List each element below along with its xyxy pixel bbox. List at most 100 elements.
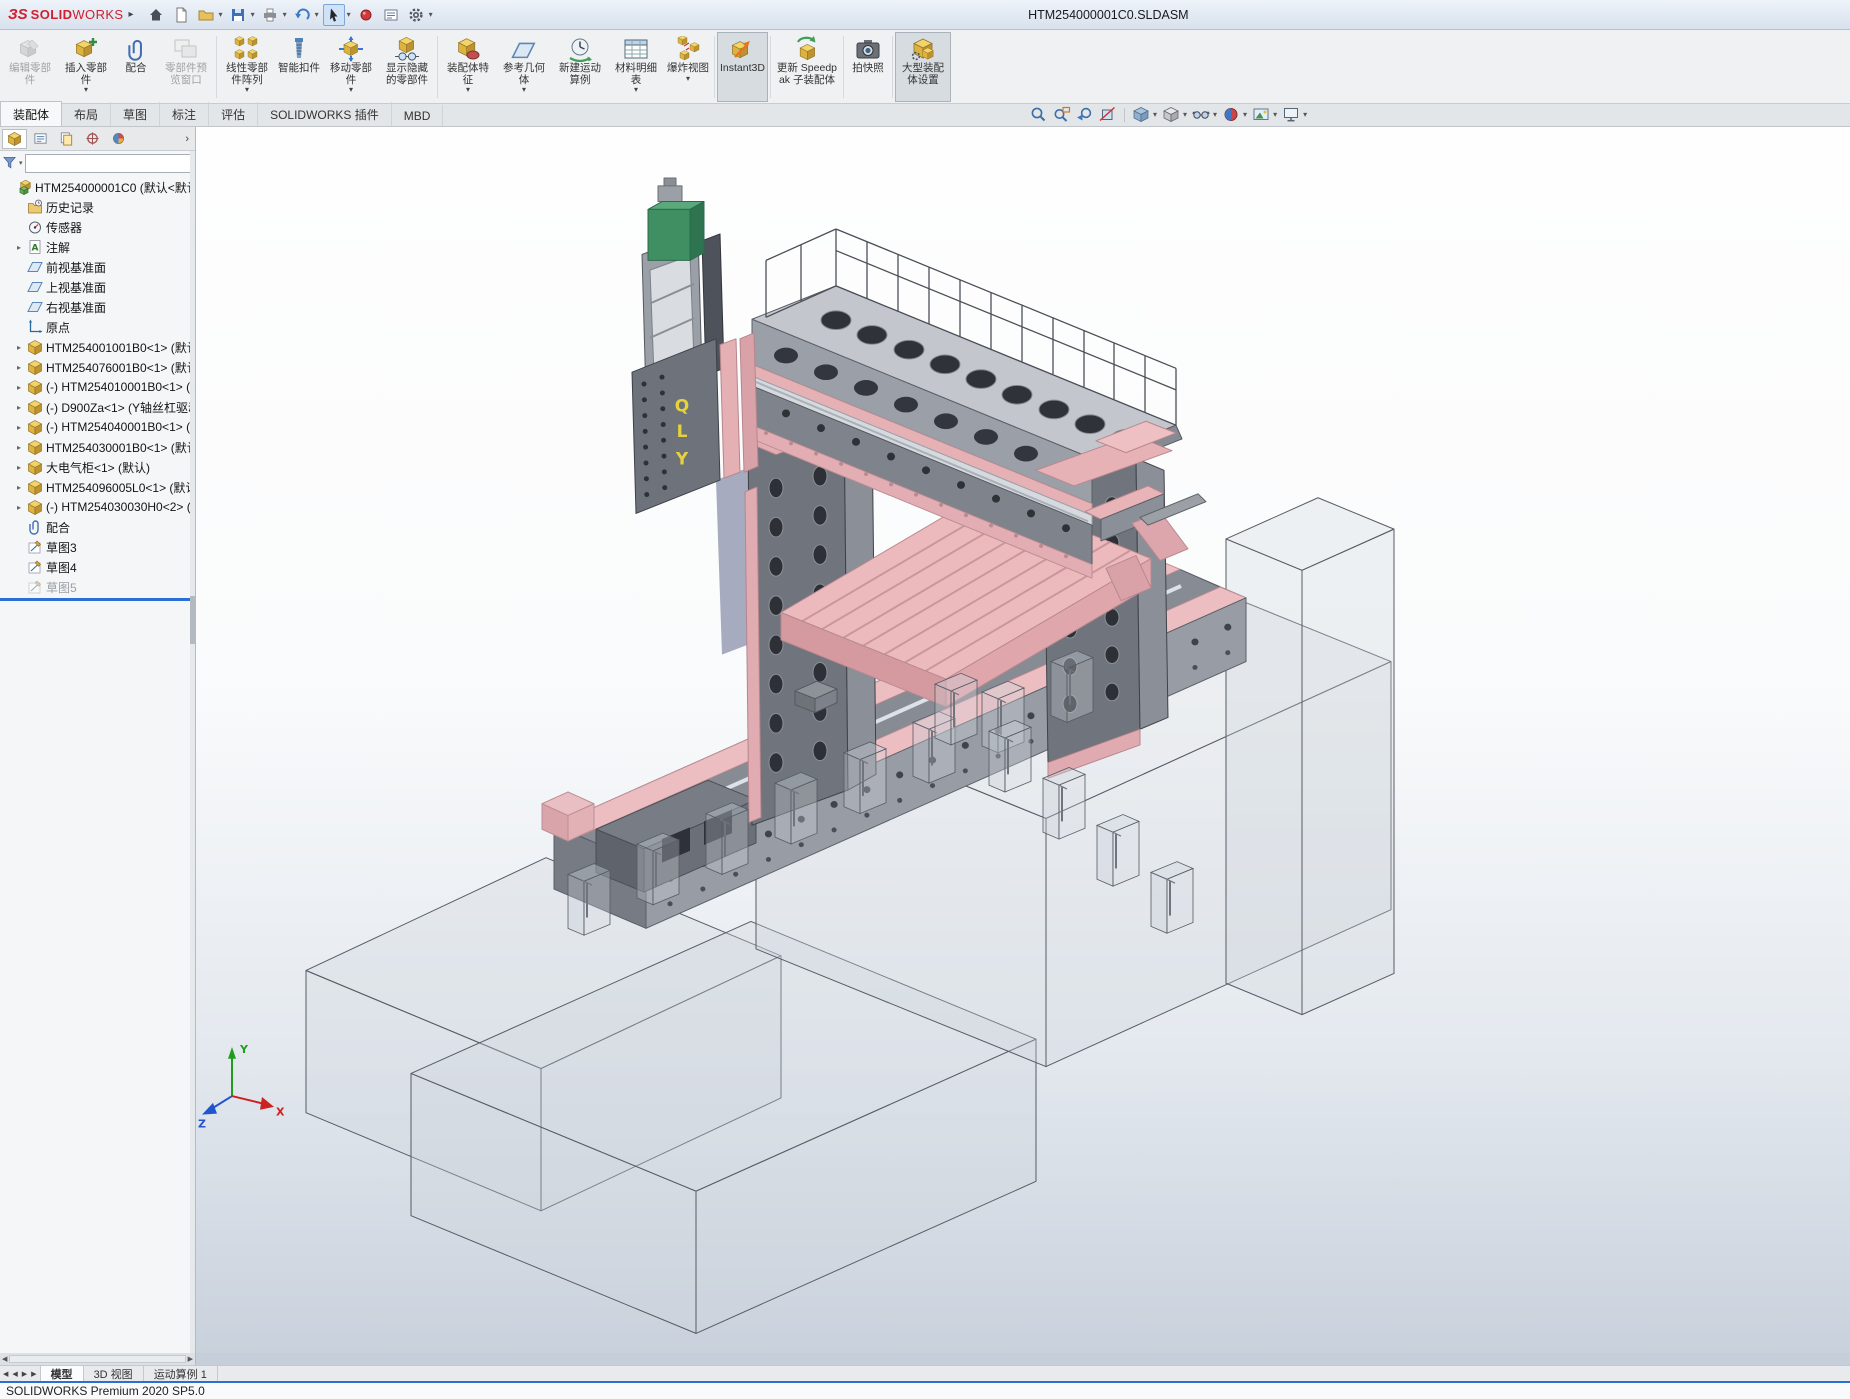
expand-arrow-icon[interactable]: ▸ [14,403,24,412]
tree-item-component[interactable]: ▸ HTM254001001B0<1> (默认 [0,337,195,357]
expand-arrow-icon[interactable]: ▸ [14,503,24,512]
dropdown-caret-icon[interactable]: ▾ [522,86,526,94]
expand-arrow-icon[interactable]: ▸ [14,383,24,392]
last-tab-icon[interactable]: ▶ [31,1370,36,1378]
3d-model-canvas[interactable]: Q L Y Y X Z [196,127,1850,1353]
tab-solidworks-addins[interactable]: SOLIDWORKS 插件 [258,102,392,126]
scrollbar-thumb[interactable] [190,596,195,644]
scroll-right-icon[interactable]: ▶ [188,1355,193,1363]
tree-item-component[interactable]: ▸ (-) D900Za<1> (Y轴丝杠驱动 [0,397,195,417]
ribbon-button-mate[interactable]: 配合 [114,32,158,102]
open-dropdown-icon[interactable]: ▾ [219,10,223,19]
previous-tab-icon[interactable]: ◀ [12,1370,17,1378]
zoom-fit-icon[interactable] [1030,106,1048,123]
new-document-button[interactable] [170,4,192,26]
ribbon-button-exploded-view[interactable]: 爆炸视图 ▾ [664,32,712,102]
ribbon-button-insert-component[interactable]: 插入零部件 ▾ [58,32,114,102]
ribbon-button-new-motion-study[interactable]: 新建运动算例 [552,32,608,102]
ribbon-button-smart-fasteners[interactable]: 智能扣件 [275,32,323,102]
ribbon-button-move-component[interactable]: 移动零部件 ▾ [323,32,379,102]
ribbon-button-assembly-features[interactable]: 装配体特征 ▾ [440,32,496,102]
ribbon-button-large-assembly-settings[interactable]: 大型装配体设置 [894,32,951,102]
scrollbar-track[interactable] [9,1355,186,1363]
tree-item-sketch5[interactable]: 草图5 [0,577,195,597]
tab-motion-study-1[interactable]: 运动算例 1 [144,1366,218,1381]
dropdown-caret-icon[interactable]: ▾ [1213,110,1217,119]
tree-item-sensors[interactable]: 传感器 [0,217,195,237]
dropdown-caret-icon[interactable]: ▾ [686,74,690,83]
section-view-icon[interactable] [1099,106,1117,123]
tab-propertymanager[interactable] [28,129,53,149]
ribbon-button-update-speedpak[interactable]: 更新 Speedpak 子装配体 [773,32,841,102]
tab-mbd[interactable]: MBD [392,105,444,126]
expand-arrow-icon[interactable]: ▸ [14,463,24,472]
tree-item-component[interactable]: ▸ (-) HTM254010001B0<1> ( [0,377,195,397]
ribbon-button-bill-of-materials[interactable]: 材料明细表 ▾ [608,32,664,102]
options-button[interactable] [405,4,427,26]
manager-tabs-expand-icon[interactable]: › [181,133,193,145]
next-tab-icon[interactable]: ▶ [22,1370,27,1378]
tree-item-component[interactable]: ▸ (-) HTM254040001B0<1> ( [0,417,195,437]
tree-item-component[interactable]: ▸ HTM254030001B0<1> (默认 [0,437,195,457]
expand-arrow-icon[interactable]: ▸ [14,483,24,492]
ribbon-button-component-preview[interactable]: 零部件预览窗口 [158,32,214,102]
expand-arrow-icon[interactable]: ▸ [14,443,24,452]
ribbon-button-show-hidden[interactable]: 显示隐藏的零部件 [379,32,435,102]
select-tool-button[interactable] [322,3,345,26]
home-button[interactable] [145,4,167,26]
print-dropdown-icon[interactable]: ▾ [283,10,287,19]
tab-markup[interactable]: 标注 [160,102,210,126]
expand-arrow-icon[interactable]: ▸ [14,363,24,372]
tab-evaluate[interactable]: 评估 [209,102,259,126]
tree-item-sketch4[interactable]: 草图4 [0,557,195,577]
tab-3d-views[interactable]: 3D 视图 [84,1366,144,1381]
tree-item-mates[interactable]: 配合 [0,517,195,537]
print-button[interactable] [259,4,281,26]
ribbon-button-linear-pattern[interactable]: 线性零部件阵列 ▾ [219,32,275,102]
ribbon-button-edit-component[interactable]: 编辑零部件 [2,32,58,102]
filter-funnel-icon[interactable] [3,156,17,170]
save-dropdown-icon[interactable]: ▾ [251,10,255,19]
dropdown-caret-icon[interactable]: ▾ [466,86,470,94]
dropdown-caret-icon[interactable]: ▾ [1183,110,1187,119]
tree-item-right-plane[interactable]: 右视基准面 [0,297,195,317]
apply-scene-icon[interactable] [1252,106,1270,123]
dropdown-caret-icon[interactable]: ▾ [1153,110,1157,119]
tree-item-component[interactable]: ▸ 大电气柜<1> (默认) [0,457,195,477]
tree-item-annotations[interactable]: ▸ 注解 [0,237,195,257]
tree-panel-hscrollbar[interactable]: ◀ ▶ [0,1353,196,1365]
tree-item-history[interactable]: 历史记录 [0,197,195,217]
record-button[interactable] [355,4,377,26]
undo-dropdown-icon[interactable]: ▾ [315,10,319,19]
dropdown-caret-icon[interactable]: ▾ [84,86,88,94]
expand-arrow-icon[interactable]: ▸ [14,243,24,252]
tree-item-component[interactable]: ▸ HTM254096005L0<1> (默认 [0,477,195,497]
dropdown-caret-icon[interactable]: ▾ [349,86,353,94]
first-tab-icon[interactable]: ◀ [3,1370,8,1378]
selection-filter-button[interactable] [380,4,402,26]
options-dropdown-icon[interactable]: ▾ [429,10,433,19]
logo-expand-icon[interactable]: ▸ [129,9,134,20]
tab-featuremanager[interactable] [2,128,27,149]
tab-displaymanager[interactable] [106,129,131,149]
tree-item-front-plane[interactable]: 前视基准面 [0,257,195,277]
undo-button[interactable] [291,4,313,26]
tab-model[interactable]: 模型 [40,1366,84,1381]
dropdown-caret-icon[interactable]: ▾ [1243,110,1247,119]
open-document-button[interactable] [195,4,217,26]
tab-layout[interactable]: 布局 [62,102,112,126]
tree-filter-input[interactable] [24,153,192,173]
filter-dropdown-icon[interactable]: ▾ [19,159,23,167]
tree-vertical-scrollbar[interactable] [190,151,195,1353]
view-orientation-icon[interactable] [1132,106,1150,123]
dropdown-caret-icon[interactable]: ▾ [1273,110,1277,119]
display-style-icon[interactable] [1162,106,1180,123]
tree-item-root[interactable]: HTM254000001C0 (默认<默认_ [0,177,195,197]
rollback-bar[interactable] [0,598,195,601]
tree-item-sketch3[interactable]: 草图3 [0,537,195,557]
zoom-area-icon[interactable] [1053,106,1071,123]
ribbon-button-reference-geometry[interactable]: 参考几何体 ▾ [496,32,552,102]
dropdown-caret-icon[interactable]: ▾ [1303,110,1307,119]
view-settings-icon[interactable] [1282,106,1300,123]
dropdown-caret-icon[interactable]: ▾ [245,86,249,94]
